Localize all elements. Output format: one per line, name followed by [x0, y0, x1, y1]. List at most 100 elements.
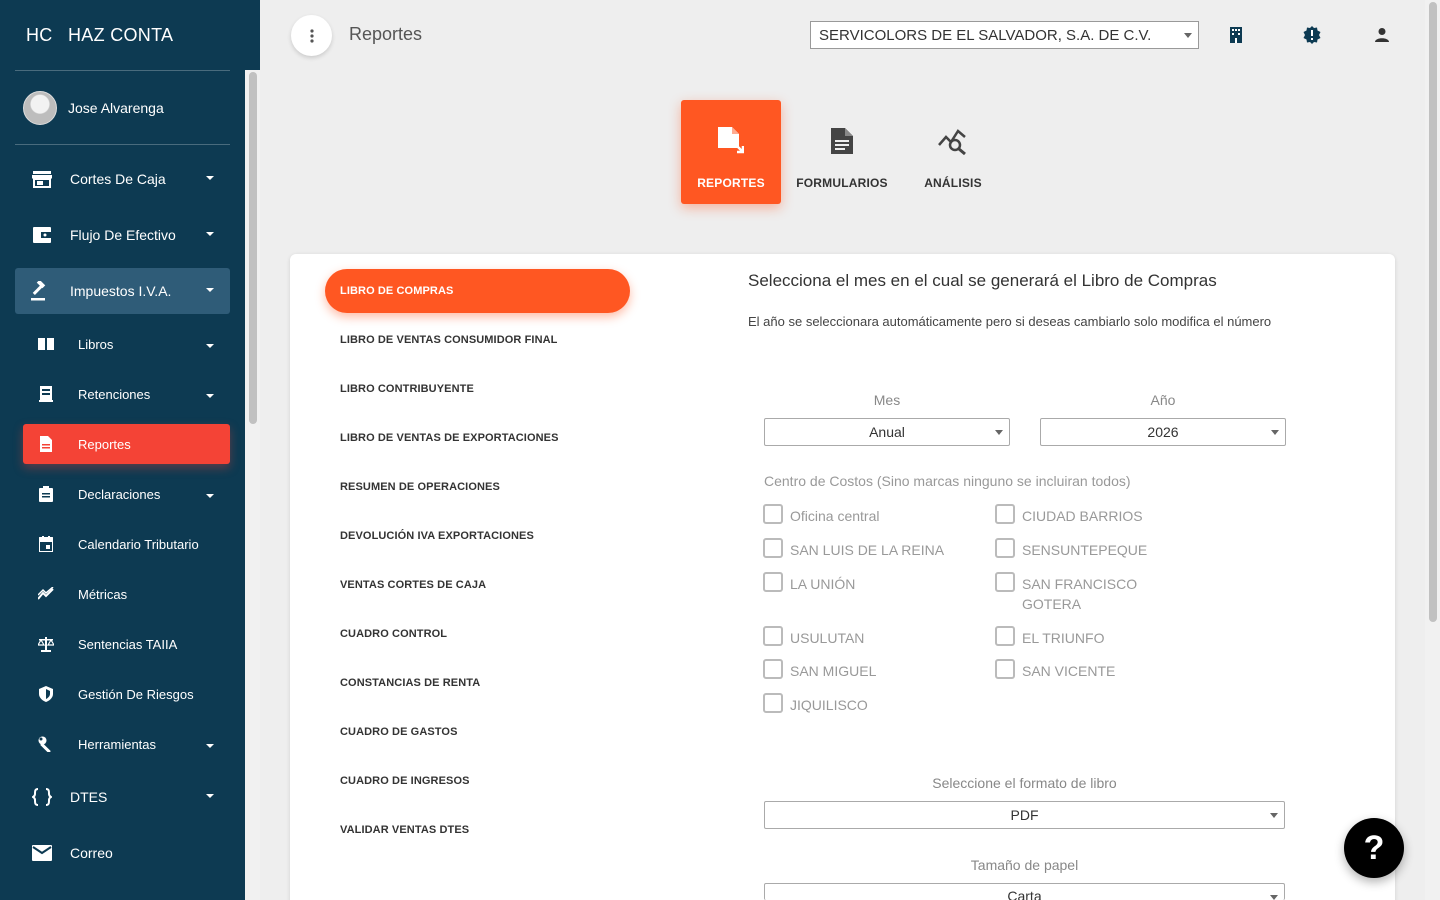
- sidebar-item-dtes[interactable]: DTES: [15, 774, 230, 820]
- tab-formularios[interactable]: FORMULARIOS: [792, 100, 892, 204]
- sidebar-item-label: Correo: [70, 845, 113, 861]
- sidebar-subitem-declaraciones[interactable]: Declaraciones: [23, 474, 230, 514]
- wallet-icon: [30, 225, 54, 245]
- checkbox-box[interactable]: [995, 659, 1015, 679]
- sidebar-scrollbar-thumb[interactable]: [249, 72, 257, 424]
- sidebar-item-label: Declaraciones: [78, 486, 161, 502]
- brand-mini: HC: [26, 24, 53, 45]
- checkbox-box[interactable]: [763, 504, 783, 524]
- user-profile[interactable]: Jose Alvarenga: [0, 71, 245, 144]
- checkbox-box[interactable]: [995, 538, 1015, 558]
- chevron-down-icon: [206, 494, 214, 498]
- sidebar-scroll: Jose Alvarenga Cortes De Caja Flujo De E…: [0, 70, 245, 900]
- papel-label: Tamaño de papel: [970, 857, 1079, 873]
- formato-select[interactable]: PDF: [764, 801, 1285, 829]
- chevron-down-icon: [1184, 33, 1192, 38]
- code-braces-icon: [30, 787, 54, 807]
- report-item-libro-compras[interactable]: LIBRO DE COMPRAS: [325, 269, 630, 313]
- sidebar-item-label: Herramientas: [78, 736, 157, 752]
- sidebar-item-impuestos-iva[interactable]: Impuestos I.V.A.: [15, 268, 230, 314]
- checkbox-box[interactable]: [763, 693, 783, 713]
- tab-analisis[interactable]: ANÁLISIS: [903, 100, 1003, 204]
- checkbox-jiquilisco[interactable]: JIQUILISCO: [763, 693, 868, 715]
- brand[interactable]: HC HAZ CONTA: [0, 0, 260, 70]
- checkbox-san-miguel[interactable]: SAN MIGUEL: [763, 659, 876, 681]
- checkbox-usulutan[interactable]: USULUTAN: [763, 626, 864, 648]
- sidebar-subitem-libros[interactable]: Libros: [23, 324, 230, 364]
- checkbox-oficina-central[interactable]: Oficina central: [763, 504, 879, 526]
- checkbox-ciudad-barrios[interactable]: CIUDAD BARRIOS: [995, 504, 1143, 526]
- alert-badge-icon[interactable]: [1301, 24, 1323, 46]
- report-item-resumen-operaciones[interactable]: RESUMEN DE OPERACIONES: [325, 465, 630, 509]
- report-file-icon: [718, 126, 744, 156]
- sidebar-subitem-herramientas[interactable]: Herramientas: [23, 724, 230, 764]
- checkbox-sensuntepeque[interactable]: SENSUNTEPEQUE: [995, 538, 1147, 560]
- report-item-validar-dtes[interactable]: VALIDAR VENTAS DTES: [325, 808, 630, 852]
- checkbox-san-luis[interactable]: SAN LUIS DE LA REINA: [763, 538, 944, 560]
- sidebar-subitem-metricas[interactable]: Métricas: [23, 574, 230, 614]
- more-menu-button[interactable]: [291, 15, 332, 56]
- papel-select[interactable]: Carta: [764, 883, 1285, 900]
- scale-icon: [38, 636, 54, 652]
- tab-label: FORMULARIOS: [796, 176, 888, 190]
- report-item-cuadro-control[interactable]: CUADRO CONTROL: [325, 612, 630, 656]
- company-select-value: SERVICOLORS DE EL SALVADOR, S.A. DE C.V.: [819, 27, 1152, 44]
- checkbox-box[interactable]: [995, 504, 1015, 524]
- checkbox-box[interactable]: [995, 572, 1015, 592]
- help-button[interactable]: ?: [1344, 818, 1404, 878]
- company-select[interactable]: SERVICOLORS DE EL SALVADOR, S.A. DE C.V.: [810, 21, 1199, 49]
- report-item-cuadro-ingresos[interactable]: CUADRO DE INGRESOS: [325, 759, 630, 803]
- calendar-icon: [38, 536, 54, 552]
- nav-menu: Cortes De Caja Flujo De Efectivo Impuest…: [0, 145, 245, 876]
- report-item-cuadro-gastos[interactable]: CUADRO DE GASTOS: [325, 710, 630, 754]
- report-item-libro-ventas-cf[interactable]: LIBRO DE VENTAS CONSUMIDOR FINAL: [325, 318, 630, 362]
- sidebar-item-label: Flujo De Efectivo: [70, 227, 176, 243]
- checkbox-box[interactable]: [763, 626, 783, 646]
- sidebar-item-label: Métricas: [78, 586, 128, 602]
- chevron-down-icon: [995, 430, 1003, 435]
- store-icon: [30, 169, 54, 189]
- report-list: LIBRO DE COMPRAS LIBRO DE VENTAS CONSUMI…: [325, 269, 630, 857]
- sidebar-item-label: Cortes De Caja: [70, 171, 166, 187]
- checkbox-el-triunfo[interactable]: EL TRIUNFO: [995, 626, 1104, 648]
- sidebar-subitem-retenciones[interactable]: Retenciones: [23, 374, 230, 414]
- building-icon[interactable]: [1225, 24, 1247, 46]
- report-item-constancias-renta[interactable]: CONSTANCIAS DE RENTA: [325, 661, 630, 705]
- checkbox-box[interactable]: [763, 538, 783, 558]
- sidebar-subitem-riesgos[interactable]: Gestión De Riesgos: [23, 674, 230, 714]
- sidebar-item-correo[interactable]: Correo: [15, 830, 230, 876]
- report-item-libro-exportaciones[interactable]: LIBRO DE VENTAS DE EXPORTACIONES: [325, 416, 630, 460]
- main-scrollbar-thumb[interactable]: [1429, 2, 1437, 622]
- chevron-down-icon: [206, 176, 214, 180]
- formato-select-value: PDF: [1010, 807, 1039, 823]
- mes-label: Mes: [873, 392, 901, 408]
- checkbox-box[interactable]: [763, 572, 783, 592]
- anio-select[interactable]: 2026: [1040, 418, 1286, 446]
- checkbox-san-francisco[interactable]: SAN FRANCISCO GOTERA: [995, 572, 1155, 614]
- checkbox-san-vicente[interactable]: SAN VICENTE: [995, 659, 1115, 681]
- checkbox-box[interactable]: [995, 626, 1015, 646]
- checkbox-label: SAN FRANCISCO GOTERA: [1022, 576, 1138, 612]
- mes-select[interactable]: Anual: [764, 418, 1010, 446]
- mail-icon: [30, 843, 54, 863]
- chevron-down-icon: [1271, 430, 1279, 435]
- report-item-libro-contribuyente[interactable]: LIBRO CONTRIBUYENTE: [325, 367, 630, 411]
- checkbox-la-union[interactable]: LA UNIÓN: [763, 572, 855, 594]
- form-title: Selecciona el mes en el cual se generará…: [748, 271, 1217, 290]
- sidebar-item-label: Libros: [78, 336, 114, 352]
- sidebar-item-label: Retenciones: [78, 386, 151, 402]
- sidebar-item-cortes-de-caja[interactable]: Cortes De Caja: [15, 156, 230, 202]
- sidebar-item-flujo-de-efectivo[interactable]: Flujo De Efectivo: [15, 212, 230, 258]
- chevron-down-icon: [206, 794, 214, 798]
- report-item-devolucion-iva[interactable]: DEVOLUCIÓN IVA EXPORTACIONES: [325, 514, 630, 558]
- sidebar-subitem-reportes[interactable]: Reportes: [23, 424, 230, 464]
- checkbox-box[interactable]: [763, 659, 783, 679]
- chevron-down-icon: [1270, 895, 1278, 900]
- avatar: [23, 90, 57, 125]
- sidebar-subitem-calendario[interactable]: Calendario Tributario: [23, 524, 230, 564]
- page-title: Reportes: [349, 24, 423, 44]
- sidebar-subitem-sentencias[interactable]: Sentencias TAIIA: [23, 624, 230, 664]
- account-icon[interactable]: [1371, 24, 1393, 46]
- report-item-ventas-cortes[interactable]: VENTAS CORTES DE CAJA: [325, 563, 630, 607]
- tab-reportes[interactable]: REPORTES: [681, 100, 781, 204]
